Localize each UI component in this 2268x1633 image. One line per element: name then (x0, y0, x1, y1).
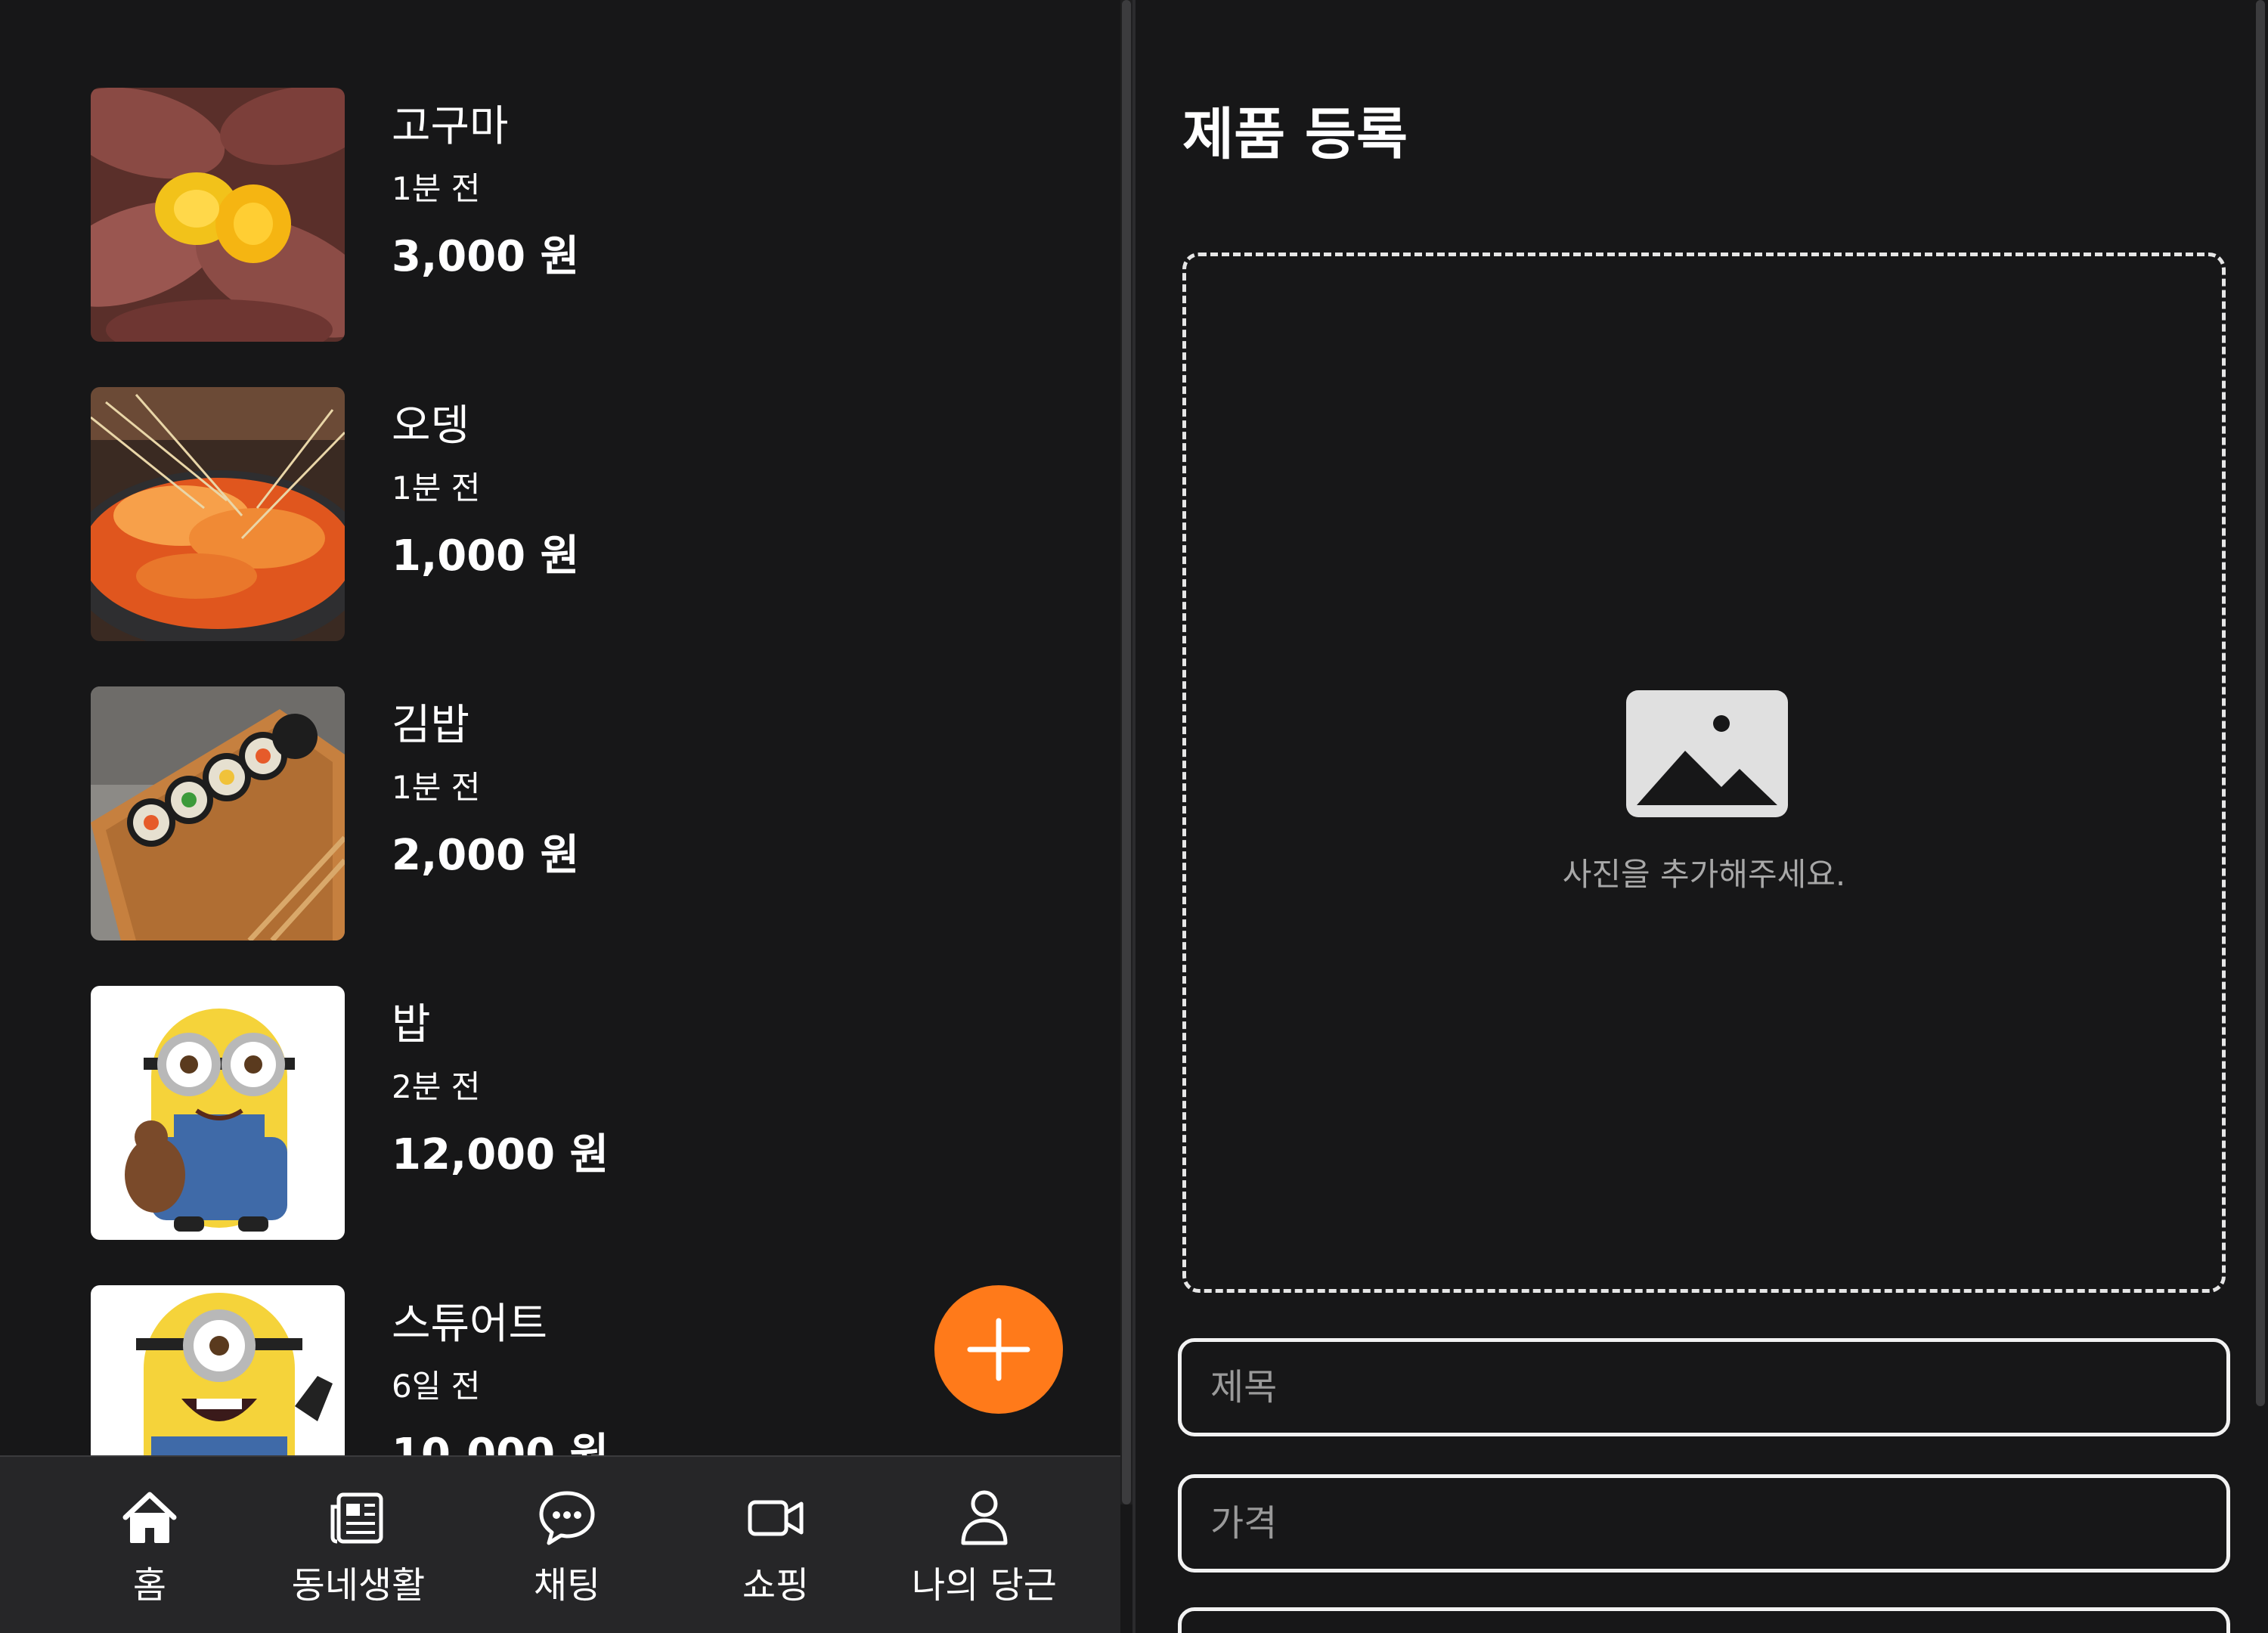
product-time: 6일 전 (392, 1368, 481, 1405)
product-list[interactable]: 고구마 1분 전 3,000 원 오뎅 1분 전 1,000 원 김밥 1분 전… (0, 0, 1120, 1455)
product-price: 1,000 원 (392, 531, 580, 581)
product-time: 2분 전 (392, 1068, 481, 1105)
product-price: 3,000 원 (392, 232, 580, 281)
list-scrollbar[interactable] (1122, 0, 1131, 1504)
home-icon (122, 1492, 177, 1543)
nav-item-chat[interactable]: 채팅 (469, 1487, 665, 1616)
product-time: 1분 전 (392, 469, 481, 507)
list-item[interactable]: 밥 2분 전 12,000 원 (91, 986, 998, 1243)
product-thumbnail (91, 1285, 345, 1455)
product-thumbnail (91, 88, 345, 342)
nav-item-my-carrot[interactable]: 나의 당근 (886, 1487, 1083, 1616)
nav-item-shopping[interactable]: 쇼핑 (677, 1487, 874, 1616)
bottom-navigation: 홈 동네생활 채팅 쇼핑 나의 당근 (0, 1455, 1120, 1633)
list-item[interactable]: 스튜어트 6일 전 10,000 원 (91, 1285, 998, 1455)
nav-label: 나의 당근 (912, 1564, 1057, 1607)
image-icon (1626, 690, 1788, 817)
product-register-pane: 제품 등록 사진을 추가해주세요. (1136, 0, 2253, 1633)
photo-hint: 사진을 추가해주세요. (1562, 856, 1846, 893)
product-price: 12,000 원 (392, 1130, 609, 1179)
product-title: 오뎅 (392, 401, 470, 451)
product-list-pane: 고구마 1분 전 3,000 원 오뎅 1분 전 1,000 원 김밥 1분 전… (0, 0, 1120, 1633)
newspaper-icon (330, 1492, 383, 1544)
product-title: 김밥 (392, 701, 470, 750)
list-item[interactable]: 고구마 1분 전 3,000 원 (91, 88, 998, 345)
list-item[interactable]: 오뎅 1분 전 1,000 원 (91, 387, 998, 644)
nav-label: 채팅 (533, 1564, 601, 1607)
photo-upload-area[interactable]: 사진을 추가해주세요. (1182, 253, 2226, 1293)
price-input[interactable] (1178, 1474, 2230, 1573)
product-title: 스튜어트 (392, 1300, 548, 1349)
user-icon (961, 1490, 1008, 1545)
form-scrollbar[interactable] (2256, 0, 2265, 1406)
product-price: 2,000 원 (392, 831, 580, 880)
product-time: 1분 전 (392, 769, 481, 806)
title-input[interactable] (1178, 1338, 2230, 1436)
nav-item-neighborhood[interactable]: 동네생활 (260, 1487, 457, 1616)
product-title: 밥 (392, 1000, 431, 1049)
product-thumbnail (91, 686, 345, 940)
plus-icon (967, 1318, 1030, 1381)
product-title: 고구마 (392, 102, 509, 151)
product-thumbnail (91, 986, 345, 1240)
chat-icon (539, 1491, 595, 1545)
product-thumbnail (91, 387, 345, 641)
nav-label: 쇼핑 (742, 1564, 810, 1607)
nav-label: 동네생활 (291, 1564, 426, 1607)
description-input[interactable] (1178, 1607, 2230, 1633)
product-time: 1분 전 (392, 170, 481, 207)
video-icon (748, 1500, 804, 1536)
product-price: 10,000 원 (392, 1430, 609, 1455)
page-title: 제품 등록 (1182, 102, 1408, 167)
add-product-button[interactable] (934, 1285, 1063, 1414)
nav-item-home[interactable]: 홈 (51, 1487, 248, 1616)
nav-label: 홈 (132, 1564, 167, 1607)
list-item[interactable]: 김밥 1분 전 2,000 원 (91, 686, 998, 944)
